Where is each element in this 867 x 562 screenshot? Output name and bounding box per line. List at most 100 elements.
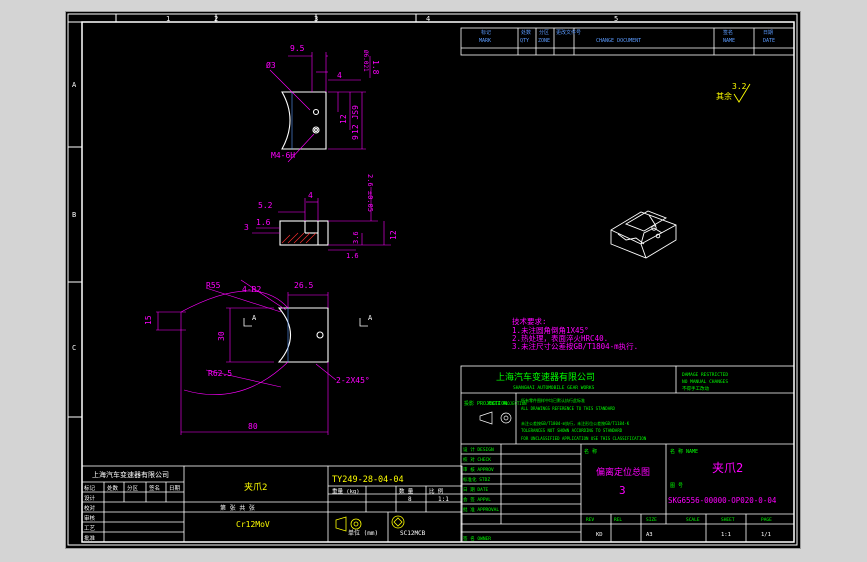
assembly-label: 名 称 [584, 448, 597, 455]
rev-header-zone-en: ZONE [538, 38, 550, 44]
footer-value-page: 1/1 [761, 532, 771, 538]
local-quantity-label: 数 量 [399, 487, 414, 495]
drawing-no: SKG6556-00000-OP020-0-04 [668, 496, 777, 505]
footer-value-scale: 1:1 [721, 532, 731, 538]
damage-note-2: NO MANUAL CHANGES [682, 379, 728, 385]
rev-header-name-en: NAME [723, 38, 735, 44]
company-title-block: 上海汽车变速器有限公司 SHANGHAI AUTOMOBILE GEAR WOR… [460, 365, 795, 543]
tech-req-title: 技术要求: [512, 316, 547, 326]
dim-2-2x45: 2-2X45° [336, 376, 370, 385]
damage-note-1: DAMAGE RESTRICTED [682, 372, 728, 378]
local-row-check: 校对 [84, 504, 96, 512]
sig-row-date: 日 期 DATE [463, 487, 489, 493]
front-view: A A R55 4-R2 26.5 15 30 R62.5 2-2X45° 80 [144, 279, 373, 435]
local-title-block: 上海汽车变速器有限公司 夹爪2 TY249-28-04-04 第 张 共 张 重… [81, 465, 463, 543]
section-view: 5.2 4 1.6 3 2.6 ±0.05 3.6 12 1.6 [244, 174, 398, 260]
standard-note-5: FOR UNCLASSIFIED APPLICATION USE THIS CL… [521, 436, 647, 441]
local-row-mark: 标记 [84, 484, 96, 492]
local-company: 上海汽车变速器有限公司 [92, 470, 169, 479]
projection-symbol-local [335, 516, 362, 532]
local-scale-label: 比 例 [429, 487, 444, 495]
local-row-approve: 批准 [84, 534, 96, 542]
dim-12: 12 [339, 114, 348, 124]
rev-header-qty: 处数 [521, 29, 531, 36]
footer-label-page: PAGE [761, 517, 772, 523]
footer-label-size: SIZE [646, 517, 657, 523]
drawing-canvas: 1 2 3 4 5 A B C 标记 处数 分区 更改文件号 签名 日期 MAR… [67, 13, 798, 546]
isometric-part-view [610, 210, 677, 259]
company-name-en: SHANGHAI AUTOMOBILE GEAR WORKS [513, 385, 595, 391]
assembly-title: 偏离定位总图 [596, 466, 650, 478]
local-unit-label: 单位 (mm) [348, 529, 378, 537]
dim-12-js9: 12 JS9 [351, 105, 360, 134]
tech-req-item-3: 3.未注尺寸公差按GB/T1804-m执行. [512, 341, 638, 351]
dim-2-6: 2.6 ±0.05 [366, 174, 374, 212]
rev-header-zone: 分区 [539, 29, 549, 36]
zone-label-top-5: 5 [614, 15, 618, 23]
footer-label-sheet: SHEET [721, 517, 735, 523]
rev-header-qty-en: QTY [520, 38, 529, 44]
rev-header-mark: 标记 [481, 29, 491, 36]
rev-header-doc-en: CHANGE DOCUMENT [596, 38, 641, 44]
drawing-no-label: 图 号 [670, 483, 683, 489]
local-weight-label: 重量 (kg) [332, 487, 360, 495]
zone-labels: 1 2 3 4 5 A B C [72, 15, 618, 352]
dim-4-sec: 4 [308, 191, 313, 200]
standard-stamp-icon [391, 515, 405, 529]
footer-label-rev: REV [586, 517, 594, 523]
sig-row-approve: 审 核 APPROV [463, 466, 494, 473]
local-quantity-value: 8 [408, 496, 412, 503]
dim-4-r2: 4-R2 [242, 285, 261, 294]
rev-header-name: 签名 [723, 29, 733, 36]
dim-dia-6-021: Ø6.021 [362, 50, 369, 72]
local-part-name: 夹爪2 [244, 481, 267, 493]
dim-3: 3 [244, 223, 249, 232]
rev-header-mark-en: MARK [479, 38, 491, 44]
dim-1-8: 1.8 [371, 60, 380, 75]
local-row-process: 工艺 [84, 525, 96, 532]
top-view: 9.5 4 Ø3 1.8 Ø6.021 12 JS9 12 9 M4-6H [266, 44, 380, 163]
technical-requirements: 技术要求: 1.未注圆角倒角1X45° 2.热处理，表面淬火HRC40. 3.未… [512, 316, 638, 351]
rev-header-date-en: DATE [763, 38, 775, 44]
dim-4-top: 4 [337, 71, 342, 80]
footer-value-rev: KD [596, 532, 603, 538]
dim-r55: R55 [206, 281, 221, 290]
dim-3-6: 3.6 [352, 231, 360, 244]
sig-row-design: 设 计 DESIGN [463, 446, 494, 453]
rev-header-doc: 更改文件号 [556, 29, 581, 36]
standard-note-2: ALL DRAWINGS REFERENCE TO THIS STANDARD [521, 406, 616, 411]
part-name-label: 名 称 NAME [670, 448, 698, 455]
roughness-symbol: 3.2 其余 [716, 82, 751, 103]
roughness-label: 其余 [716, 91, 732, 101]
standard-note-4: TOLERANCES NOT SHOWN ACCORDING TO STANDA… [521, 428, 623, 433]
roughness-value: 3.2 [732, 82, 747, 91]
sig-row-stdz: 标准化 STDZ [463, 476, 490, 483]
zone-label-top-3: 3 [314, 15, 318, 23]
dim-80: 80 [248, 422, 258, 431]
dim-9-5: 9.5 [290, 44, 305, 53]
footer-label-rel: REL [614, 517, 622, 523]
local-drawing-no: TY249-28-04-04 [332, 475, 404, 485]
standard-note-3: 未注公差按GB/T1804-m执行，未注形位公差按GB/T1184-K [521, 420, 630, 426]
dim-30: 30 [217, 331, 226, 341]
section-mark-right: A [368, 314, 373, 322]
standard-note-1: 所有零件图样中均已默认执行此标准 [521, 397, 585, 403]
sig-row-appvl: 会 签 APPVL [463, 496, 491, 503]
rev-header-date: 日期 [763, 30, 773, 36]
dim-12-sec: 12 [389, 230, 398, 240]
zone-label-left-b: B [72, 211, 76, 219]
local-col-sign: 签名 [149, 484, 160, 492]
local-col-zone: 分区 [127, 484, 139, 492]
local-material: Cr12MoV [236, 520, 270, 529]
local-sheet-text: 第 张 共 张 [220, 504, 255, 512]
zone-label-top-2: 2 [214, 15, 218, 23]
zone-label-left-c: C [72, 344, 76, 352]
dim-9: 9 [351, 135, 360, 140]
cad-viewport[interactable]: 1 2 3 4 5 A B C 标记 处数 分区 更改文件号 签名 日期 MAR… [66, 12, 800, 548]
part-name: 夹爪2 [712, 461, 743, 475]
sig-row-check: 校 对 CHECK [463, 456, 491, 463]
zone-label-left-a: A [72, 81, 77, 89]
local-code: SC12MCB [400, 530, 426, 537]
assembly-no: 3 [619, 484, 626, 497]
projection-symbol [479, 411, 512, 425]
